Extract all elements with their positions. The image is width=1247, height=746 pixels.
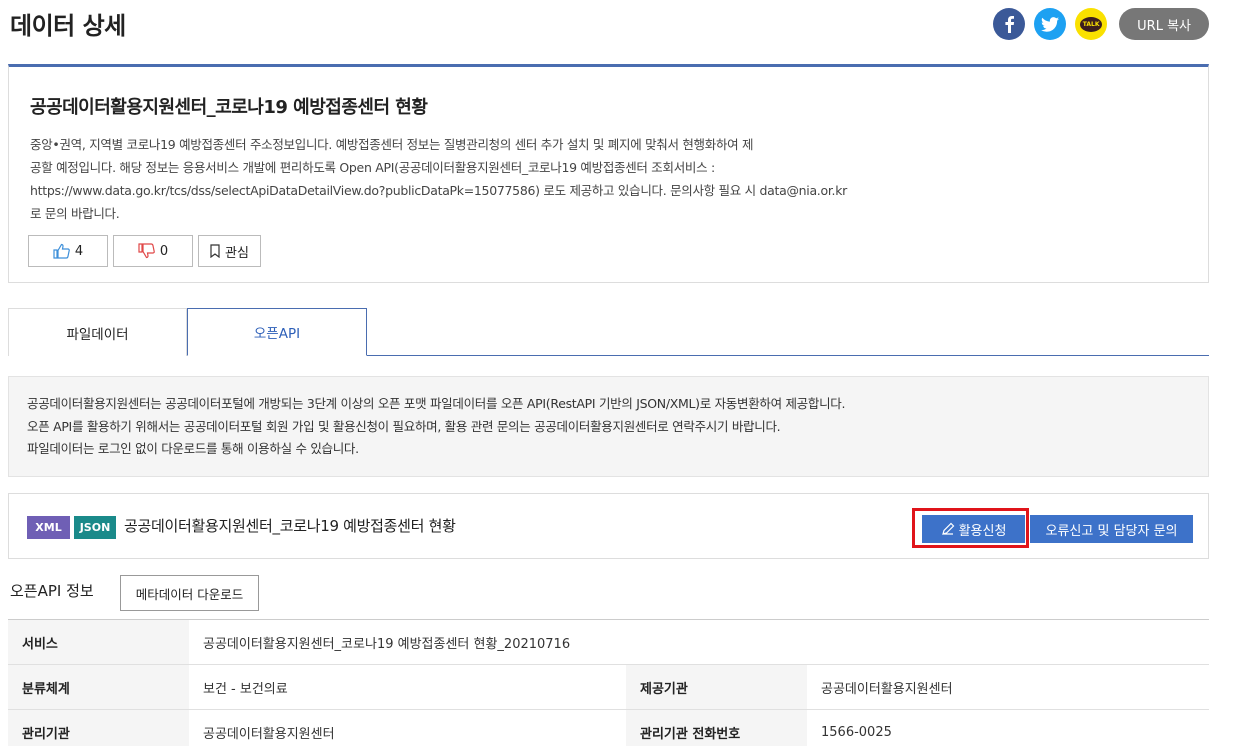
data-type-tabs: 파일데이터 오픈API xyxy=(8,308,1209,356)
table-header-cell: 관리기관 전화번호 xyxy=(626,709,807,746)
description-line: https://www.data.go.kr/tcs/dss/selectApi… xyxy=(30,183,847,198)
open-api-notice: 공공데이터활용지원센터는 공공데이터포털에 개방되는 3단계 이상의 오픈 포맷… xyxy=(8,376,1209,477)
api-name: 공공데이터활용지원센터_코로나19 예방접종센터 현황 xyxy=(124,517,456,535)
table-value-cell: 1566-0025 xyxy=(807,709,1209,746)
facebook-icon xyxy=(1005,16,1015,33)
api-info-table: 서비스 공공데이터활용지원센터_코로나19 예방접종센터 현황_20210716… xyxy=(8,619,1209,746)
xml-badge: XML xyxy=(27,516,70,539)
dislike-count: 0 xyxy=(159,243,169,259)
tab-file-data[interactable]: 파일데이터 xyxy=(8,308,187,356)
like-button[interactable]: 4 xyxy=(28,235,108,267)
tab-open-api[interactable]: 오픈API xyxy=(187,308,367,356)
table-header-cell: 제공기관 xyxy=(626,664,807,710)
page-title: 데이터 상세 xyxy=(10,12,126,40)
dislike-button[interactable]: 0 xyxy=(113,235,193,267)
table-value-cell: 공공데이터활용지원센터 xyxy=(189,709,626,746)
metadata-download-button[interactable]: 메타데이터 다운로드 xyxy=(120,575,259,611)
dataset-card: 공공데이터활용지원센터_코로나19 예방접종센터 현황 중앙•권역, 지역별 코… xyxy=(8,64,1209,283)
description-line: 중앙•권역, 지역별 코로나19 예방접종센터 주소정보입니다. 예방접종센터 … xyxy=(30,137,754,152)
notice-line: 파일데이터는 로그인 없이 다운로드를 통해 이용하실 수 있습니다. xyxy=(27,441,359,456)
table-header-cell: 분류체계 xyxy=(8,664,189,710)
twitter-share-button[interactable] xyxy=(1034,8,1067,40)
kakaotalk-share-button[interactable]: TALK xyxy=(1075,8,1108,40)
json-badge: JSON xyxy=(74,516,116,539)
table-value-cell: 보건 - 보건의료 xyxy=(189,664,626,710)
facebook-share-button[interactable] xyxy=(993,8,1026,40)
table-header-cell: 관리기관 xyxy=(8,709,189,746)
api-info-title: 오픈API 정보 xyxy=(10,582,94,600)
favorite-button[interactable]: 관심 xyxy=(198,235,261,267)
apply-button[interactable]: 활용신청 xyxy=(922,515,1025,543)
thumbs-up-icon xyxy=(53,243,70,259)
table-value-cell: 공공데이터활용지원센터_코로나19 예방접종센터 현황_20210716 xyxy=(189,619,1209,665)
bookmark-icon xyxy=(210,244,220,258)
report-error-button[interactable]: 오류신고 및 담당자 문의 xyxy=(1030,515,1193,543)
favorite-label: 관심 xyxy=(225,245,249,261)
thumbs-down-icon xyxy=(138,243,155,259)
table-value-cell: 공공데이터활용지원센터 xyxy=(807,664,1209,710)
table-row: 서비스 공공데이터활용지원센터_코로나19 예방접종센터 현황_20210716 xyxy=(8,619,1209,665)
vote-row: 4 0 관심 xyxy=(28,235,261,267)
dataset-title: 공공데이터활용지원센터_코로나19 예방접종센터 현황 xyxy=(30,97,428,118)
pencil-icon xyxy=(941,522,954,535)
notice-line: 오픈 API를 활용하기 위해서는 공공데이터포털 회원 가입 및 활용신청이 … xyxy=(27,418,781,434)
share-bar: TALK URL 복사 xyxy=(993,8,1209,40)
apply-label: 활용신청 xyxy=(958,523,1007,539)
kakaotalk-icon: TALK xyxy=(1080,16,1103,32)
table-row: 분류체계 보건 - 보건의료 제공기관 공공데이터활용지원센터 xyxy=(8,664,1209,710)
description-line: 공할 예정입니다. 해당 정보는 응용서비스 개발에 편리하도록 Open AP… xyxy=(30,160,715,175)
table-header-cell: 서비스 xyxy=(8,619,189,665)
like-count: 4 xyxy=(74,243,84,259)
url-copy-button[interactable]: URL 복사 xyxy=(1119,8,1209,40)
notice-line: 공공데이터활용지원센터는 공공데이터포털에 개방되는 3단계 이상의 오픈 포맷… xyxy=(27,396,846,411)
description-line: 로 문의 바랍니다. xyxy=(30,206,120,221)
dataset-description: 중앙•권역, 지역별 코로나19 예방접종센터 주소정보입니다. 예방접종센터 … xyxy=(30,133,940,225)
twitter-icon xyxy=(1041,16,1060,32)
api-header-bar: XML JSON 공공데이터활용지원센터_코로나19 예방접종센터 현황 활용신… xyxy=(8,493,1209,559)
table-row: 관리기관 공공데이터활용지원센터 관리기관 전화번호 1566-0025 xyxy=(8,709,1209,746)
